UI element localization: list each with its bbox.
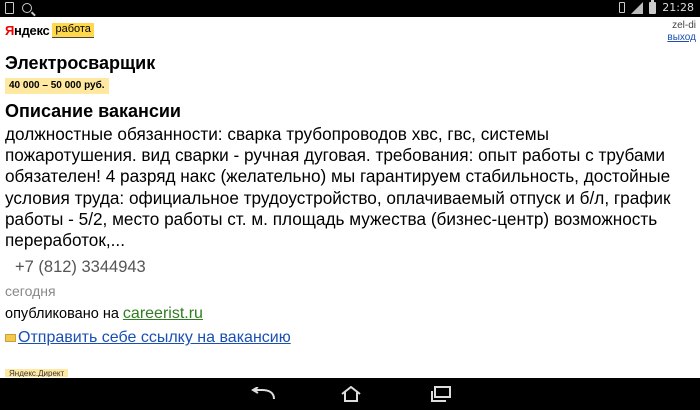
back-icon (251, 387, 275, 400)
home-button[interactable] (336, 385, 366, 403)
status-bar-left (5, 2, 32, 14)
rabota-logo-label: работа (52, 23, 94, 38)
description-heading: Описание вакансии (5, 101, 182, 121)
yandex-logo: Яндекс (5, 23, 50, 38)
vibrate-icon (619, 2, 626, 13)
status-time: 21:28 (662, 1, 694, 14)
envelope-icon (5, 334, 16, 343)
yandex-rabota-logo[interactable]: Яндекс работа (5, 23, 94, 38)
search-icon (22, 3, 32, 13)
yandex-direct-badge: Яндекс.Директ (5, 369, 69, 377)
phone-number[interactable]: +7 (812) 3344943 (15, 257, 695, 277)
published-prefix: опубликовано на (5, 306, 123, 323)
sd-card-icon (5, 2, 14, 14)
home-icon (341, 386, 361, 402)
navigation-bar (0, 378, 700, 410)
user-box: zel-di выход (667, 20, 696, 44)
vacancy-content: Электросварщик 40 000 – 50 000 руб. Опис… (5, 52, 695, 348)
publication-date: сегодня (5, 283, 56, 300)
signal-icon (631, 1, 644, 14)
logout-link[interactable]: выход (667, 32, 696, 44)
recent-apps-button[interactable] (426, 385, 456, 403)
status-bar: 21:28 (0, 0, 700, 17)
header: Яндекс работа zel-di выход (0, 17, 700, 45)
user-name: zel-di (672, 20, 696, 31)
battery-icon (649, 0, 657, 14)
recent-apps-icon (431, 386, 451, 402)
send-link-row[interactable]: Отправить себе ссылку на вакансию (5, 328, 695, 348)
salary-badge: 40 000 – 50 000 руб. (5, 78, 109, 94)
published-on: опубликовано на careerist.ru (5, 304, 695, 324)
back-button[interactable] (248, 385, 278, 403)
send-link-button[interactable]: Отправить себе ссылку на вакансию (18, 328, 291, 348)
status-bar-right: 21:28 (619, 0, 694, 14)
vacancy-title: Электросварщик (5, 53, 156, 73)
source-site-link[interactable]: careerist.ru (123, 305, 203, 322)
description-text: должностные обязанности: сварка трубопро… (5, 124, 671, 251)
